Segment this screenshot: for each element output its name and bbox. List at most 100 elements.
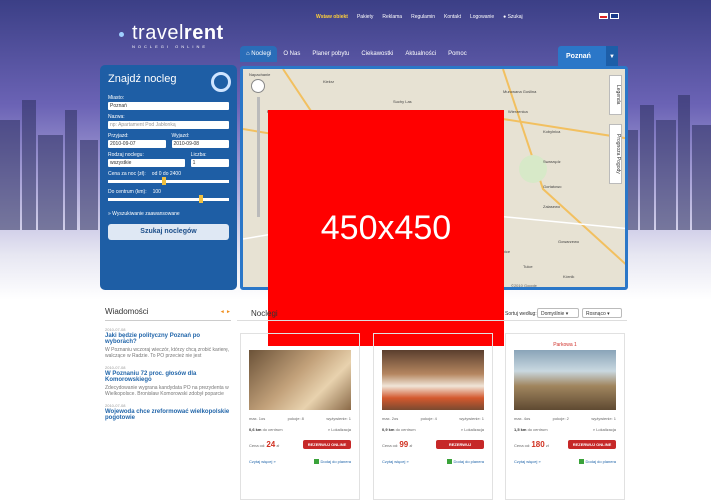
read-more-link[interactable]: Czytaj więcej »	[382, 459, 409, 464]
news-headline[interactable]: Wojewoda chce zreformować wielkopolskie …	[105, 409, 231, 421]
map-copyright: ©2010 Google	[511, 283, 537, 288]
book-button[interactable]: REZERWUJ ONLINE	[568, 440, 616, 449]
contact-link[interactable]: Kontakt	[444, 14, 461, 20]
checkin-input[interactable]: 2010-09-07	[108, 140, 166, 148]
card-location-link[interactable]: ⌕ Lokalizacja	[328, 427, 351, 432]
logo[interactable]: travelrent NOCLEGI ONLINE	[117, 22, 224, 49]
type-select[interactable]: wszystkie	[108, 159, 185, 167]
sort-field-select[interactable]: Domyślnie ▾	[537, 308, 579, 318]
nav-home-label: Noclegi	[251, 51, 272, 57]
map-town-label: Suchy Las	[393, 99, 412, 104]
room-photo[interactable]	[382, 350, 484, 410]
card-capacity: max. 1os	[249, 416, 266, 421]
card-distance-label: do centrum	[262, 427, 283, 432]
card-location-label: Lokalizacja	[464, 427, 484, 432]
pan-icon[interactable]	[251, 79, 265, 93]
card-price-label: Cena od:	[514, 443, 531, 448]
map-town-label: Kórnik	[563, 274, 575, 279]
advanced-search-link[interactable]: » Wyszukiwanie zaawansowane	[108, 211, 229, 217]
nav-help[interactable]: Pomoc	[442, 46, 473, 62]
book-button[interactable]: REZERWUJ	[436, 440, 484, 449]
card-location-label: Lokalizacja	[331, 427, 351, 432]
news-nav-arrows-icon[interactable]: ◄ ►	[220, 309, 231, 315]
price-slider[interactable]	[108, 177, 229, 185]
read-more-link[interactable]: Czytaj więcej »	[249, 459, 276, 464]
ads-link[interactable]: Reklama	[382, 14, 402, 20]
news-item[interactable]: 2010-07-08 Wojewoda chce zreformować wie…	[105, 403, 231, 421]
plus-icon	[313, 459, 319, 465]
news-body: W Poznaniu wczoraj wieczór, którzy chcą …	[105, 347, 230, 359]
weather-tab[interactable]: Prognoza Pogody	[609, 124, 622, 184]
search-panel: Znajdź nocleg Miasto: Poznań Nazwa: np: …	[100, 65, 237, 290]
checkout-input[interactable]: 2010-09-08	[171, 140, 229, 148]
sort-field-value: Domyślnie	[541, 311, 565, 317]
card-rooms: pokoje: 8	[287, 416, 304, 421]
add-to-planner-link[interactable]: Dodaj do planera	[578, 459, 616, 465]
persons-label: Liczba:	[190, 152, 207, 158]
card-location-link[interactable]: ⌕ Lokalizacja	[461, 427, 484, 432]
add-to-planner-link[interactable]: Dodaj do planera	[313, 459, 351, 465]
nav-news[interactable]: Aktualności	[399, 46, 442, 62]
news-panel: Wiadomości ◄ ► 2010-07-08 Jaki będzie pol…	[105, 305, 231, 500]
nav-about[interactable]: O Nas	[277, 46, 306, 62]
read-more-link[interactable]: Czytaj więcej »	[514, 459, 541, 464]
city-select[interactable]: Poznań ▼	[558, 46, 618, 68]
sort-order-select[interactable]: Rosnąco ▾	[582, 308, 622, 318]
persons-select[interactable]: 1	[190, 159, 229, 167]
nav-curiosities[interactable]: Ciekawostki	[355, 46, 399, 62]
listing-header: Noclegi Sortuj według: Domyślnie ▾ Rosną…	[237, 305, 627, 321]
card-rooms: pokoje: 4	[420, 416, 437, 421]
map-town-label: Kobylnica	[543, 129, 561, 134]
card-meals: wyżywienie: 1	[326, 416, 351, 421]
map-zoom-control[interactable]	[251, 79, 265, 239]
nav-planner[interactable]: Planer pobytu	[306, 46, 355, 62]
news-item[interactable]: 2010-07-08 Jaki będzie polityczny Poznań…	[105, 327, 231, 359]
city-label: Miasto:	[108, 95, 125, 101]
name-input[interactable]: np: Apartament Pod Jabłonką	[108, 121, 229, 129]
add-object-link[interactable]: Wstaw obiekt	[316, 14, 348, 20]
card-title	[382, 342, 484, 350]
search-link[interactable]: ● Szukaj	[503, 14, 522, 20]
logo-icon	[119, 32, 124, 37]
card-distance: 0,6 km	[249, 427, 262, 432]
center-slider[interactable]	[108, 195, 229, 203]
logo-name-light: travel	[132, 22, 184, 44]
card-price: 99	[399, 440, 409, 449]
search-button[interactable]: Szukaj noclegów	[108, 224, 229, 240]
listing-card: Parkowa 1 max. 4os pokoje: 2 wyżywienie: 1…	[505, 333, 625, 500]
terms-link[interactable]: Regulamin	[411, 14, 435, 20]
map-town-label: Gortatowo	[543, 184, 562, 189]
city-input[interactable]: Poznań	[108, 102, 229, 110]
card-price-label: Cena od:	[382, 443, 399, 448]
price-slider-handle[interactable]	[162, 177, 167, 185]
english-flag-icon[interactable]	[610, 13, 619, 19]
center-slider-handle[interactable]	[198, 195, 203, 203]
polish-flag-icon[interactable]	[599, 13, 608, 19]
listing-card: max. 1os pokoje: 8 wyżywienie: 1 0,6 km do…	[240, 333, 360, 500]
card-price: 24	[266, 440, 276, 449]
card-distance: 0,9 km	[382, 427, 395, 432]
news-headline[interactable]: Jaki będzie polityczny Poznań po wyborac…	[105, 333, 231, 345]
main-nav: ⌂ Noclegi O Nas Planer pobytu Ciekawostk…	[240, 46, 473, 62]
card-location-link[interactable]: ⌕ Lokalizacja	[593, 427, 616, 432]
type-label: Rodzaj noclegu:	[108, 152, 144, 158]
room-photo[interactable]	[514, 350, 616, 410]
zoom-slider[interactable]	[256, 97, 260, 217]
nav-home[interactable]: ⌂ Noclegi	[240, 46, 278, 62]
add-to-planner-label: Dodaj do planera	[320, 459, 351, 464]
add-to-planner-link[interactable]: Dodaj do planera	[446, 459, 484, 465]
chevron-down-icon: ▼	[606, 46, 618, 68]
legend-tab[interactable]: Legenda	[609, 75, 622, 115]
card-title	[249, 342, 351, 350]
news-item[interactable]: 2010-07-08 W Poznaniu 72 proc. głosów dl…	[105, 365, 231, 397]
packages-link[interactable]: Pakiety	[357, 14, 373, 20]
card-capacity: max. 4os	[514, 416, 531, 421]
card-meals: wyżywienie: 1	[459, 416, 484, 421]
card-distance-label: do centrum	[395, 427, 416, 432]
book-button[interactable]: REZERWUJ ONLINE	[303, 440, 351, 449]
listing-card: max. 2os pokoje: 4 wyżywienie: 1 0,9 km do…	[373, 333, 493, 500]
search-link-label: Szukaj	[507, 14, 523, 20]
room-photo[interactable]	[249, 350, 351, 410]
login-link[interactable]: Logowanie	[470, 14, 494, 20]
news-headline[interactable]: W Poznaniu 72 proc. głosów dla Komorowsk…	[105, 371, 231, 383]
